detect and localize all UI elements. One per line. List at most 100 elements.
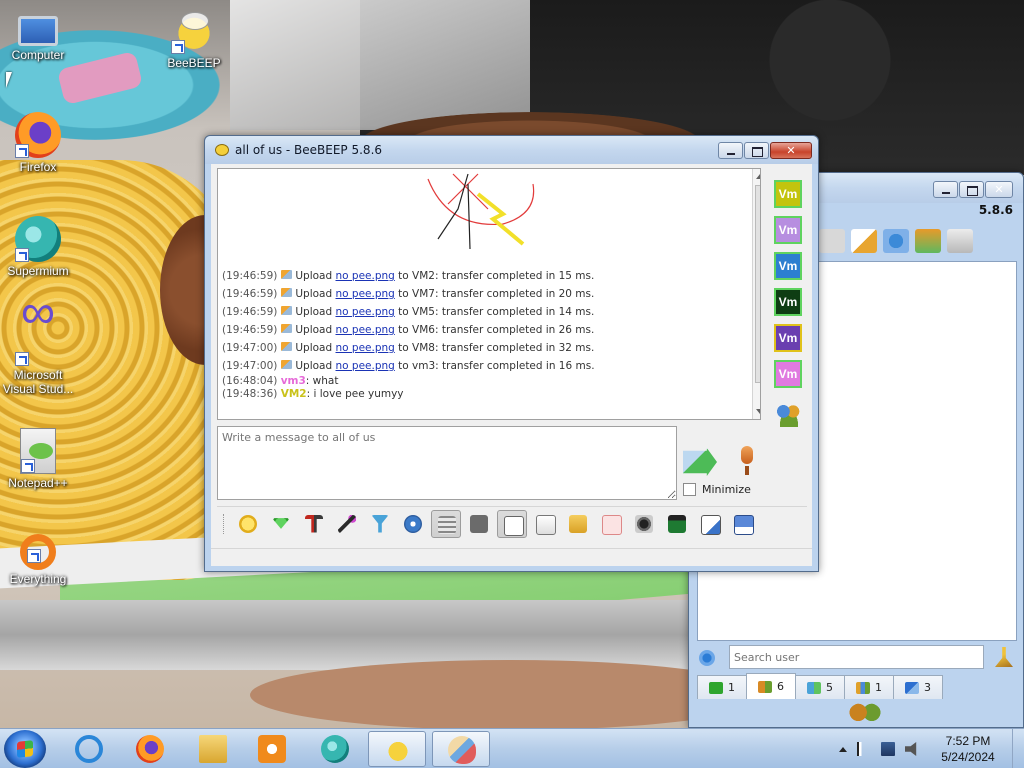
- desktop-icon-notepadpp[interactable]: Notepad++: [0, 428, 76, 490]
- upload-icon: [281, 288, 293, 297]
- message-action: Upload: [295, 342, 333, 354]
- taskbar-internet-explorer[interactable]: [60, 731, 118, 767]
- taskbar-paint[interactable]: [432, 731, 490, 767]
- desktop-icon-everything[interactable]: Everything: [0, 528, 76, 586]
- sound-notification-button[interactable]: [497, 509, 527, 538]
- tab-group-chats[interactable]: 5: [795, 675, 845, 699]
- message-text: to VM2: transfer completed in 15 ms.: [398, 270, 595, 282]
- member-avatar[interactable]: Vm: [774, 180, 802, 208]
- desktop-icon-visual-studio[interactable]: Microsoft Visual Stud...: [0, 306, 76, 396]
- voice-message-button[interactable]: [739, 446, 755, 476]
- member-avatar[interactable]: Vm: [774, 252, 802, 280]
- volume-muted-icon[interactable]: [905, 742, 917, 756]
- upload-icon: [281, 324, 293, 333]
- scroll-up-icon[interactable]: [756, 174, 760, 179]
- home-icon[interactable]: [819, 229, 845, 253]
- taskbar-beebeep[interactable]: [368, 731, 426, 767]
- member-avatar[interactable]: Vm: [774, 324, 802, 352]
- minimize-checkbox[interactable]: [683, 483, 696, 496]
- tab-chats[interactable]: 1: [697, 675, 747, 699]
- wallpaper-bag: [230, 0, 530, 130]
- html-code-button[interactable]: [596, 510, 626, 538]
- clock-time: 7:52 PM: [945, 734, 991, 748]
- file-link[interactable]: no pee.png: [336, 342, 395, 354]
- search-options-icon[interactable]: [699, 650, 715, 666]
- send-file-button[interactable]: [563, 510, 593, 538]
- file-link[interactable]: no pee.png: [336, 360, 395, 372]
- message-scrollbar[interactable]: [752, 169, 760, 419]
- sender-nick[interactable]: VM2: [281, 388, 307, 400]
- chat-window-titlebar[interactable]: all of us - BeeBEEP 5.8.6: [205, 136, 818, 164]
- group-members-icon[interactable]: [775, 403, 803, 427]
- trash-icon[interactable]: [947, 229, 973, 253]
- message-text: to VM8: transfer completed in 32 ms.: [398, 342, 595, 354]
- screenshot-button[interactable]: [629, 510, 659, 538]
- completer-button[interactable]: [464, 510, 494, 538]
- upload-icon: [281, 270, 293, 279]
- member-avatar[interactable]: Vm: [774, 288, 802, 316]
- minimize-button[interactable]: [933, 181, 958, 198]
- update-icon[interactable]: [915, 229, 941, 253]
- desktop-icon-beebeep[interactable]: BeeBEEP: [156, 8, 232, 70]
- shortcut-arrow-icon: [171, 40, 185, 54]
- file-link[interactable]: no pee.png: [336, 288, 395, 300]
- desktop-icon-firefox[interactable]: Firefox: [0, 112, 76, 174]
- settings-button[interactable]: [398, 510, 428, 538]
- spellcheck-button[interactable]: [431, 509, 461, 538]
- text-color-button[interactable]: [332, 510, 362, 538]
- sender-nick[interactable]: vm3: [281, 375, 306, 387]
- share-screen-button[interactable]: [662, 510, 692, 538]
- settings-icon[interactable]: [883, 229, 909, 253]
- taskbar-clock[interactable]: 7:52 PM 5/24/2024: [928, 733, 1008, 765]
- save-button[interactable]: [728, 510, 758, 538]
- emoticons-button[interactable]: [233, 510, 263, 538]
- taskbar-supermium[interactable]: [306, 731, 364, 767]
- close-button[interactable]: [770, 142, 812, 159]
- transfer-message: (19:46:59) Upload no pee.png to VM2: tran…: [222, 267, 595, 285]
- font-button[interactable]: [299, 510, 329, 538]
- scrollbar-thumb[interactable]: [755, 185, 760, 383]
- send-message-button[interactable]: [683, 448, 717, 476]
- minimize-button[interactable]: [718, 142, 743, 159]
- tab-file-transfers[interactable]: 3: [893, 675, 943, 699]
- tab-groups[interactable]: 1: [844, 675, 894, 699]
- file-link[interactable]: no pee.png: [336, 324, 395, 336]
- message-view[interactable]: (19:46:59) Upload no pee.png to VM2: tran…: [217, 168, 761, 420]
- chat-message: (16:48:04) vm3: what: [222, 375, 595, 388]
- upload-icon: [281, 360, 293, 369]
- filter-button[interactable]: [365, 510, 395, 538]
- collapse-button[interactable]: [266, 510, 296, 538]
- network-icon[interactable]: [881, 742, 895, 756]
- message-action: Upload: [295, 360, 333, 372]
- taskbar-firefox[interactable]: [121, 731, 179, 767]
- show-hidden-icons-icon[interactable]: [839, 746, 847, 752]
- mouse-cursor-icon: [6, 72, 12, 88]
- shortcut-arrow-icon: [15, 144, 29, 158]
- edit-profile-icon[interactable]: [851, 229, 877, 253]
- clear-search-icon[interactable]: [995, 647, 1013, 667]
- desktop-icon-computer[interactable]: Computer: [0, 8, 76, 62]
- edit-button[interactable]: [695, 510, 725, 538]
- file-link[interactable]: no pee.png: [336, 306, 395, 318]
- chat-window[interactable]: all of us - BeeBEEP 5.8.6 (19:46:59) Uplo…: [204, 135, 819, 572]
- save-chat-button[interactable]: [530, 510, 560, 538]
- start-button[interactable]: [4, 730, 46, 768]
- tab-users[interactable]: 6: [746, 673, 796, 699]
- action-center-flag-icon[interactable]: [857, 742, 871, 756]
- message-input[interactable]: [217, 426, 677, 500]
- toolbar-grip[interactable]: [223, 513, 226, 534]
- search-user-input[interactable]: [729, 645, 984, 669]
- desktop-icon-supermium[interactable]: Supermium: [0, 216, 76, 278]
- close-button[interactable]: [985, 181, 1013, 198]
- taskbar-explorer[interactable]: [184, 731, 242, 767]
- file-link[interactable]: no pee.png: [336, 270, 395, 282]
- show-desktop-button[interactable]: [1012, 729, 1024, 768]
- maximize-button[interactable]: [744, 142, 769, 159]
- member-avatar[interactable]: Vm: [774, 216, 802, 244]
- maximize-button[interactable]: [959, 181, 984, 198]
- scroll-down-icon[interactable]: [756, 409, 760, 414]
- member-avatar[interactable]: Vm: [774, 360, 802, 388]
- taskbar-media-player[interactable]: [243, 731, 301, 767]
- file-transfer-icon: [905, 681, 919, 694]
- tab-count: 1: [875, 681, 882, 694]
